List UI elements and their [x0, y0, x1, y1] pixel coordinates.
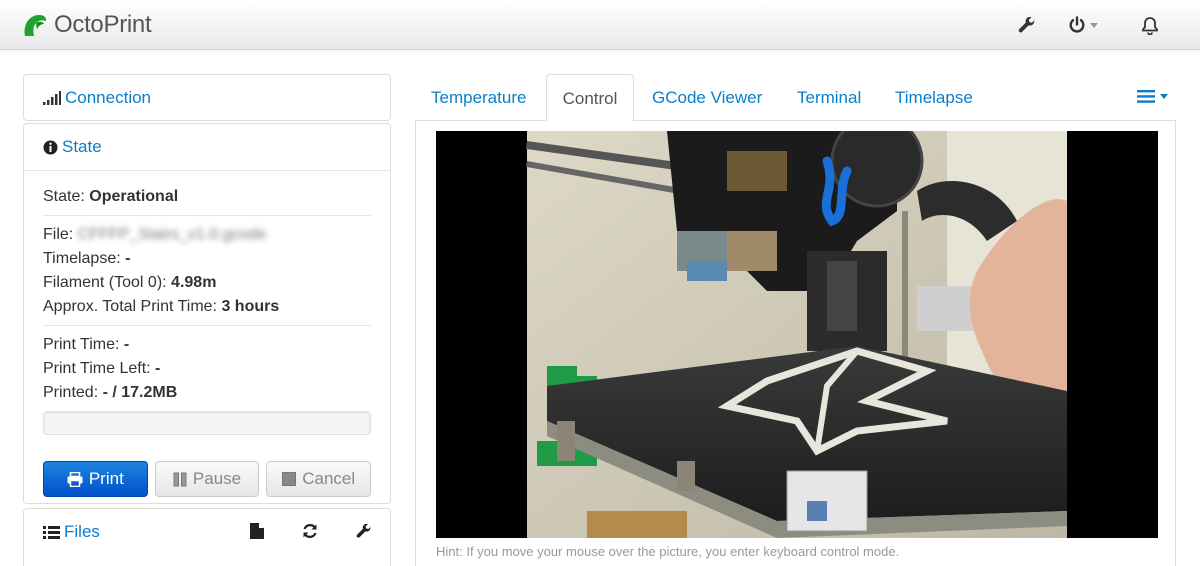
time-left-row: Print Time Left: - — [43, 357, 371, 381]
state-value: Operational — [89, 188, 179, 205]
brand[interactable]: OctoPrint — [22, 11, 152, 39]
wrench-icon[interactable] — [356, 523, 372, 539]
info-icon — [43, 140, 58, 155]
print-time-key: Print Time: — [43, 336, 120, 353]
connection-label: Connection — [65, 88, 152, 107]
state-details: State: Operational File: CFFFP_Stairs_v1… — [24, 170, 390, 497]
printed-key: Printed: — [43, 384, 99, 401]
timelapse-row: Timelapse: - — [43, 247, 371, 271]
connection-header[interactable]: Connection — [24, 75, 390, 121]
octoprint-logo-icon — [24, 14, 47, 36]
filament-row: Filament (Tool 0): 4.98m — [43, 271, 371, 295]
state-key: State: — [43, 188, 85, 205]
tab-temperature[interactable]: Temperature — [431, 74, 526, 121]
timelapse-value: - — [125, 250, 131, 267]
file-key: File: — [43, 226, 74, 243]
total-time-row: Approx. Total Print Time: 3 hours — [43, 295, 371, 319]
file-name: CFFFP_Stairs_v1.0.gcode — [77, 226, 267, 243]
printed-value: - / 17.2MB — [102, 384, 178, 401]
control-tab-content: Hint: If you move your mouse over the pi… — [415, 121, 1176, 566]
notifications-bell-icon[interactable] — [1139, 14, 1161, 36]
keyboard-control-hint: Hint: If you move your mouse over the pi… — [436, 544, 900, 559]
files-toolbar — [250, 523, 372, 539]
hamburger-menu-icon — [1137, 90, 1155, 103]
printer-icon — [67, 471, 83, 487]
tab-gcode-viewer[interactable]: GCode Viewer — [652, 74, 762, 121]
tab-control[interactable]: Control — [546, 74, 634, 122]
state-panel: State State: Operational File: CFFFP_Sta… — [23, 123, 391, 504]
timelapse-key: Timelapse: — [43, 250, 121, 267]
state-label: State — [62, 137, 102, 156]
tab-timelapse[interactable]: Timelapse — [895, 74, 973, 121]
new-file-icon[interactable] — [250, 523, 264, 539]
print-button[interactable]: Print — [43, 461, 148, 497]
cancel-button[interactable]: Cancel — [266, 461, 372, 497]
webcam-stream[interactable] — [436, 131, 1158, 538]
print-time-value: - — [123, 336, 130, 353]
power-icon — [1069, 16, 1085, 33]
state-row: State: Operational — [43, 185, 371, 209]
file-row: File: CFFFP_Stairs_v1.0.gcode — [43, 223, 371, 247]
chevron-down-icon — [1160, 94, 1168, 99]
print-label: Print — [88, 469, 124, 488]
cancel-label: Cancel — [302, 469, 356, 488]
tab-terminal[interactable]: Terminal — [797, 74, 861, 121]
job-controls: Print Pause Cancel — [43, 461, 372, 497]
filament-key: Filament (Tool 0): — [43, 274, 167, 291]
chevron-down-icon — [1090, 22, 1098, 28]
total-time-key: Approx. Total Print Time: — [43, 298, 217, 315]
pause-button[interactable]: Pause — [154, 461, 260, 497]
pause-label: Pause — [192, 469, 242, 488]
refresh-icon[interactable] — [302, 523, 318, 539]
list-icon — [43, 525, 60, 539]
files-panel: Files — [23, 508, 391, 566]
pause-icon — [173, 472, 187, 487]
print-progress-bar — [43, 411, 371, 435]
webcam-image — [436, 131, 1158, 538]
signal-icon — [43, 91, 61, 105]
filament-value: 4.98m — [171, 274, 217, 291]
divider — [43, 215, 371, 216]
print-time-row: Print Time: - — [43, 333, 371, 357]
printed-row: Printed: - / 17.2MB — [43, 381, 371, 405]
brand-name: OctoPrint — [54, 11, 152, 38]
settings-wrench-icon[interactable] — [1016, 14, 1038, 36]
time-left-value: - — [155, 360, 161, 377]
stop-icon — [282, 472, 297, 486]
state-header[interactable]: State — [24, 124, 390, 170]
time-left-key: Print Time Left: — [43, 360, 151, 377]
files-label: Files — [64, 522, 100, 541]
connection-panel: Connection — [23, 74, 391, 121]
main-tabs: Temperature Control GCode Viewer Termina… — [415, 74, 1176, 122]
navbar: OctoPrint — [0, 0, 1200, 50]
tab-overflow-menu[interactable] — [1137, 90, 1168, 103]
system-power-menu[interactable] — [1068, 14, 1108, 36]
divider — [43, 325, 371, 326]
total-time-value: 3 hours — [221, 298, 280, 315]
